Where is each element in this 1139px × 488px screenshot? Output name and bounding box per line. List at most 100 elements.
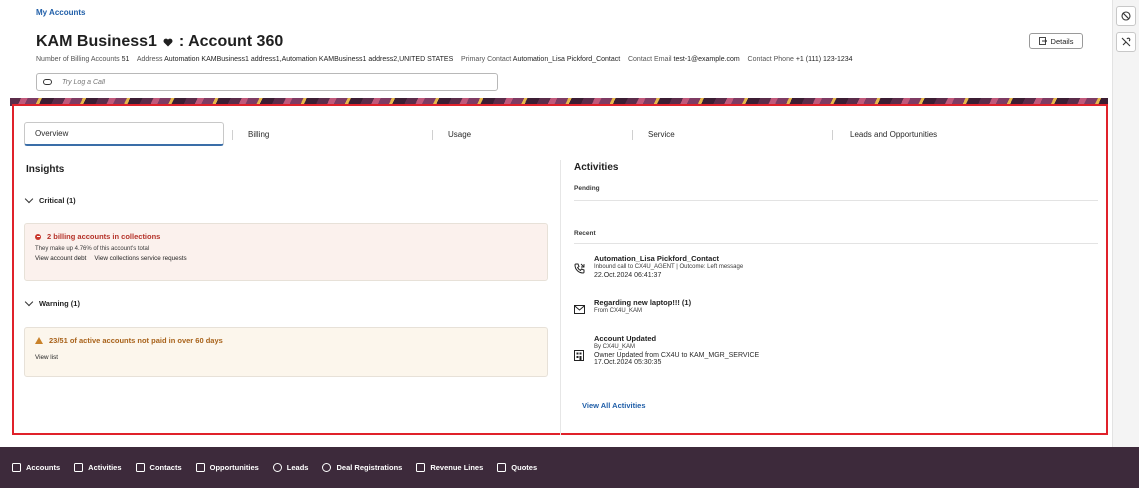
quotes-icon (497, 463, 507, 472)
tab-label: Billing (248, 129, 270, 139)
tab-label: Overview (35, 129, 69, 138)
building-icon (572, 348, 586, 362)
critical-alert-subtitle: They make up 4.76% of this account's tot… (35, 246, 150, 252)
activity-subtitle: By CX4U_KAM (594, 344, 636, 350)
activity-subtitle: Inbound call to CX4U_AGENT | Outcome: Le… (594, 264, 744, 270)
deal-icon (322, 463, 332, 472)
heart-icon[interactable] (163, 38, 173, 47)
accounts-icon (12, 463, 21, 472)
critical-alert-title: 2 billing accounts in collections (47, 232, 161, 241)
address-value: Automation KAMBusiness1 address1,Automat… (164, 56, 454, 63)
leads-icon (272, 463, 282, 472)
activities-title: Activities (574, 162, 619, 173)
tab-separator (632, 130, 633, 140)
tab-separator (832, 130, 833, 140)
view-collections-requests-link[interactable]: View collections service requests (94, 255, 186, 262)
nav-label: Contacts (149, 463, 182, 472)
nav-label: Leads (286, 463, 309, 472)
activity-timestamp: 17.Oct.2024 05:30:35 (594, 359, 662, 366)
divider (574, 243, 1098, 244)
page-header: My Accounts KAM Business1 : Account 360 … (0, 0, 1112, 100)
calendar-icon (74, 463, 84, 472)
critical-group-toggle[interactable]: Critical (1) (24, 194, 76, 205)
contact-email-value: test-1@example.com (673, 56, 740, 63)
nav-label: Deal Registrations (336, 463, 403, 472)
primary-contact-label: Primary Contact (461, 56, 512, 63)
column-divider (560, 160, 561, 435)
warning-alert-title: 23/51 of active accounts not paid in ove… (49, 336, 223, 345)
details-label: Details (1050, 36, 1074, 46)
tab-usage[interactable]: Usage (448, 122, 471, 146)
overview-card: Overview Billing Usage Service Leads and… (12, 104, 1108, 435)
rail-tools-button[interactable] (1116, 32, 1136, 52)
block-icon (1121, 11, 1131, 21)
contact-phone-label: Contact Phone (747, 56, 794, 63)
nav-label: Revenue Lines (430, 463, 484, 472)
warning-group-label: Warning (1) (39, 299, 80, 308)
pending-label: Pending (574, 185, 600, 192)
recent-label: Recent (574, 230, 596, 237)
nav-deal-registrations[interactable]: Deal Registrations (322, 463, 402, 472)
log-call-field[interactable] (36, 73, 498, 91)
billing-count-value: 51 (121, 56, 130, 63)
activity-subtitle: From CX4U_KAM (594, 308, 643, 314)
tab-leads-opportunities[interactable]: Leads and Opportunities (850, 122, 937, 146)
activity-title: Regarding new laptop!!! (1) (594, 298, 692, 307)
tab-separator (232, 130, 233, 140)
view-account-debt-link[interactable]: View account debt (35, 255, 86, 262)
critical-alert: 2 billing accounts in collections They m… (24, 223, 548, 281)
tab-billing[interactable]: Billing (248, 122, 269, 146)
log-call-input[interactable] (62, 78, 462, 86)
phone-icon (572, 261, 586, 275)
nav-contacts[interactable]: Contacts (135, 463, 182, 472)
revenue-icon (416, 463, 426, 472)
details-button[interactable]: Details (1029, 33, 1083, 49)
nav-accounts[interactable]: Accounts (12, 463, 60, 472)
title-row: KAM Business1 : Account 360 (36, 33, 283, 51)
activity-title: Account Updated (594, 334, 657, 343)
tab-label: Usage (448, 129, 472, 139)
contact-email-label: Contact Email (627, 56, 672, 63)
warning-group-toggle[interactable]: Warning (1) (24, 297, 80, 308)
chevron-down-icon (24, 194, 34, 204)
nav-activities[interactable]: Activities (74, 463, 122, 472)
bottom-nav: Accounts Activities Contacts Opportuniti… (0, 447, 1139, 488)
account-meta: Number of Billing Accounts 51 Address Au… (36, 56, 853, 63)
nav-label: Accounts (26, 463, 61, 472)
warning-alert: 23/51 of active accounts not paid in ove… (24, 327, 548, 377)
activity-detail: Owner Updated from CX4U to KAM_MGR_SERVI… (594, 352, 760, 359)
chevron-down-icon (24, 297, 34, 307)
contact-phone-value: +1 (111) 123-1234 (795, 56, 853, 63)
nav-quotes[interactable]: Quotes (497, 463, 537, 472)
nav-opportunities[interactable]: Opportunities (195, 463, 259, 472)
nav-label: Quotes (511, 463, 538, 472)
opportunities-icon (195, 463, 205, 472)
warning-icon (35, 337, 43, 344)
tab-overview[interactable]: Overview (24, 122, 224, 146)
tab-bar: Overview Billing Usage Service Leads and… (24, 122, 1104, 146)
right-rail (1112, 0, 1139, 488)
nav-label: Activities (88, 463, 122, 472)
nav-revenue-lines[interactable]: Revenue Lines (416, 463, 483, 472)
breadcrumb[interactable]: My Accounts (36, 8, 86, 17)
view-all-activities-link[interactable]: View All Activities (582, 401, 646, 410)
nav-label: Opportunities (209, 463, 259, 472)
page-title: : Account 360 (178, 33, 284, 50)
divider (574, 200, 1098, 201)
call-icon (43, 79, 52, 85)
view-list-link[interactable]: View list (35, 354, 58, 361)
tab-label: Leads and Opportunities (850, 129, 938, 139)
rail-block-button[interactable] (1116, 6, 1136, 26)
account-360-page: My Accounts KAM Business1 : Account 360 … (0, 0, 1139, 488)
tools-icon (1121, 37, 1131, 47)
mail-icon (572, 302, 586, 316)
tab-service[interactable]: Service (648, 122, 675, 146)
primary-contact-value: Automation_Lisa Pickford_Contact (512, 56, 621, 63)
account-name: KAM Business1 (36, 33, 157, 50)
billing-count-label: Number of Billing Accounts (36, 56, 120, 63)
critical-group-label: Critical (1) (39, 196, 76, 205)
insights-title: Insights (26, 164, 65, 175)
details-icon (1038, 37, 1047, 45)
nav-leads[interactable]: Leads (272, 463, 309, 472)
address-label: Address (136, 56, 163, 63)
